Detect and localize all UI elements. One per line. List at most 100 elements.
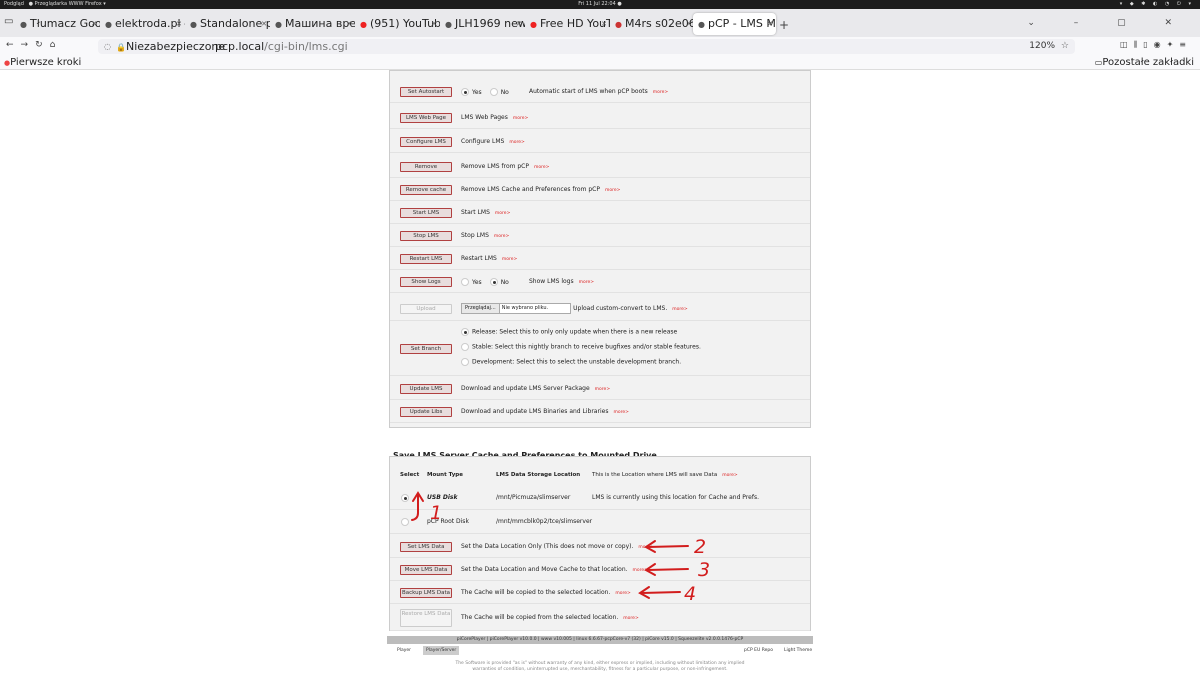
cache-action-0-button[interactable]: Set LMS Data [400,542,452,552]
bookmark-star-icon[interactable]: ☆ [1061,39,1069,54]
footer-player-link[interactable]: Player [397,646,411,655]
lms-row-6-button[interactable]: Stop LMS [400,231,452,241]
footer-theme-link[interactable]: Light Theme [784,646,812,655]
close-tab-icon[interactable]: ✕ [431,13,437,35]
lms-row-0-button[interactable]: Set Autostart [400,87,452,97]
system-tray[interactable]: ▾ ◆ ✱ ◐ ◔ ⏻ ▾ [1120,0,1194,9]
more-link[interactable]: more> [633,568,648,573]
insecure-warning[interactable]: 🔒Niezabezpieczone [116,39,225,55]
tab-1[interactable]: ● elektroda.pl - ✕ [100,13,185,35]
lms-row-2-button[interactable]: Configure LMS [400,137,452,147]
cache-action-2-button[interactable]: Backup LMS Data [400,588,452,598]
tab-4[interactable]: ● (951) YouTub ✕ [355,13,440,35]
more-link[interactable]: more> [595,387,610,392]
cache-action-3-button[interactable]: Restore LMS Data [400,609,452,627]
more-link[interactable]: more> [513,116,528,121]
url-bar[interactable]: ◌ 🔒Niezabezpieczone pcp.local/cgi-bin/lm… [98,39,1075,54]
more-link[interactable]: more> [672,307,687,312]
bookmark-first-steps[interactable]: ●Pierwsze kroki [4,56,81,70]
update-row-0-button[interactable]: Update LMS [400,384,452,394]
footer-repo-link[interactable]: pCP EU Repo [744,646,773,655]
close-tab-icon[interactable]: ✕ [176,13,182,35]
new-tab-button[interactable]: + [779,18,789,32]
radio-label: Release: Select this to only only update… [472,328,678,336]
lms-row-5-button[interactable]: Start LMS [400,208,452,218]
more-link[interactable]: more> [579,280,594,285]
close-tab-icon[interactable]: ✕ [91,13,97,35]
zoom-level[interactable]: 120% [1029,39,1055,54]
radio-branch[interactable] [461,358,469,366]
lms-row-7-button[interactable]: Restart LMS [400,254,452,264]
tab-7[interactable]: ● M4rs s02e06 ✕ [610,13,695,35]
more-link[interactable]: more> [623,616,638,621]
radio-no[interactable] [489,88,498,96]
mount-row-0: USB Disk/mnt/Picmuza/slimserver LMS is cu… [390,487,810,510]
close-tab-icon[interactable]: ✕ [686,13,692,35]
more-link[interactable]: more> [534,165,549,170]
close-tab-icon[interactable]: ✕ [346,13,352,35]
window-controls[interactable]: ⌄ – ▢ ✕ [1027,18,1190,28]
lms-row-8-button[interactable]: Show Logs [400,277,452,287]
branch-option-1[interactable]: Stable: Select this nightly branch to re… [461,343,701,351]
url-text[interactable]: pcp.local/cgi-bin/lms.cgi [215,39,348,54]
mount-radio[interactable] [401,518,409,526]
page-content: Set Autostart Yes No Automatic start of LMS… [0,70,1200,675]
row-description: Configure LMS more> [461,138,525,145]
tab-6[interactable]: ● Free HD YouT ✕ [525,13,610,35]
close-tab-icon[interactable]: ✕ [767,13,773,35]
branch-option-0[interactable]: Release: Select this to only only update… [461,328,677,336]
tab-label: (951) YouTub [369,17,440,30]
more-link[interactable]: more> [494,234,509,239]
cache-action-1-button[interactable]: Move LMS Data [400,565,452,575]
update-row-1-button[interactable]: Update Libs [400,407,452,417]
browse-button[interactable]: Przeglądaj... [462,304,500,313]
lms-row-3: Remove Remove LMS from pCP more> [390,156,810,178]
file-input[interactable]: Przeglądaj... Nie wybrano pliku. [461,303,572,314]
toolbar-icons[interactable]: ◫⫼▯◉✦≡ [1120,40,1192,50]
tab-2[interactable]: ● Standalone p ✕ [185,13,270,35]
row-description: Download and update LMS Binaries and Lib… [461,408,629,415]
more-link[interactable]: more> [495,211,510,216]
mount-radio[interactable] [401,494,409,502]
branch-row-button[interactable]: Set Branch [400,343,452,354]
tab-8[interactable]: ● pCP - LMS Ma ✕ [693,13,776,35]
shield-icon[interactable]: ◌ [104,39,111,54]
more-link[interactable]: more> [615,591,630,596]
reload-icon[interactable]: ↻ [35,40,50,50]
more-link[interactable]: more> [605,188,620,193]
close-tab-icon[interactable]: ✕ [601,13,607,35]
more-link[interactable]: more> [613,410,628,415]
radio-branch[interactable] [461,343,469,351]
clock[interactable]: Fri 11 Jul 22:04 ● [0,0,1200,9]
footer-server-link[interactable]: Player/Server [423,646,460,655]
close-tab-icon[interactable]: ✕ [516,13,522,35]
more-link[interactable]: more> [638,545,653,550]
tab-0[interactable]: ●Tłumacz Goog✕ [15,13,100,35]
row-description: Restart LMS more> [461,255,518,262]
close-tab-icon[interactable]: ✕ [261,13,267,35]
tab-3[interactable]: ●Машина врем✕ [270,13,355,35]
home-icon[interactable]: ⌂ [50,40,63,50]
radio-no[interactable] [489,278,498,286]
github-icon: ● [275,20,282,29]
more-link[interactable]: more> [653,90,668,95]
lms-row-9-button[interactable]: Upload [400,304,452,314]
lms-row-4-button[interactable]: Remove cache [400,185,452,195]
lms-row-3-button[interactable]: Remove [400,162,452,172]
radio-yes[interactable] [461,278,469,286]
more-link[interactable]: more> [509,140,524,145]
forward-icon[interactable]: → [21,40,36,50]
radio-yes[interactable] [461,88,469,96]
nav-buttons[interactable]: ←→↻⌂ [6,40,62,50]
tab-5[interactable]: ● JLH1969 new ✕ [440,13,525,35]
tab-list-icon[interactable]: ▭ [4,16,13,27]
yes-no-radio-group: Yes No [461,88,517,96]
back-icon[interactable]: ← [6,40,21,50]
bookmark-other[interactable]: ▭Pozostałe zakładki [1095,56,1194,69]
branch-option-2[interactable]: Development: Select this to select the u… [461,358,681,366]
lms-row-1-button[interactable]: LMS Web Page [400,113,452,123]
more-link[interactable]: more> [502,257,517,262]
more-link[interactable]: more> [722,473,737,478]
row-description: Automatic start of LMS when pCP boots mor… [529,88,669,95]
radio-branch[interactable] [461,328,469,336]
